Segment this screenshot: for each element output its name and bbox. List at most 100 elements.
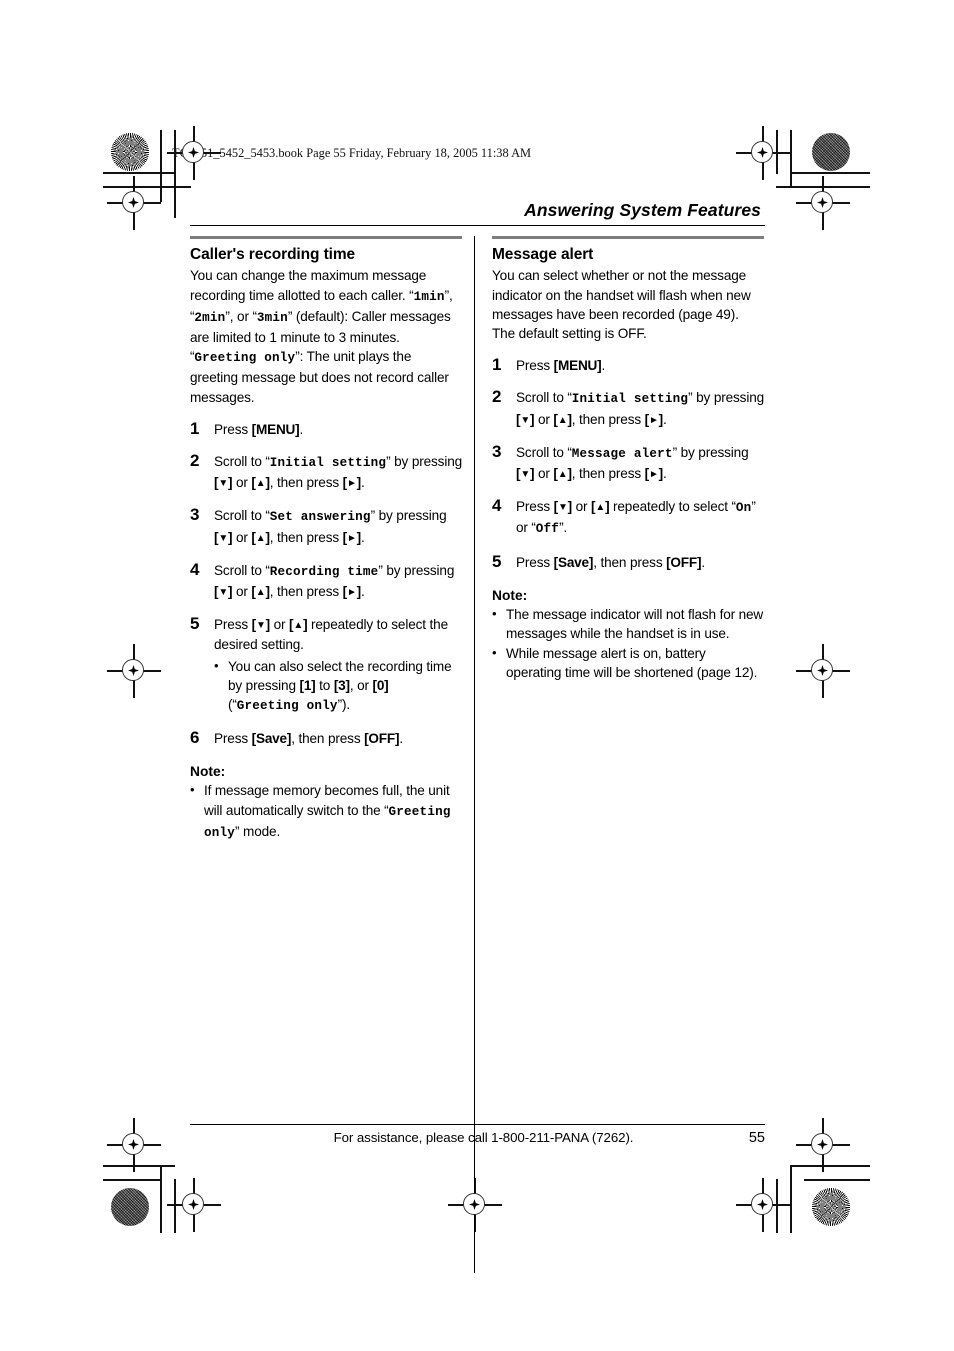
- step-text: , then press: [269, 584, 343, 600]
- column-top-rule: [492, 236, 764, 240]
- step-text: Press: [516, 358, 554, 374]
- step-text: Press: [214, 731, 252, 747]
- right-arrow-icon: ►: [648, 414, 659, 426]
- step-text: .: [662, 411, 667, 427]
- step-body: Press [Save], then press [OFF].: [214, 731, 403, 746]
- note-item: The message indicator will not flash for…: [492, 604, 764, 643]
- crop-mark-line: [804, 1179, 870, 1181]
- step-number: 2: [190, 451, 200, 471]
- code-term: Initial setting: [571, 392, 689, 407]
- key-label-3: [3]: [333, 677, 350, 693]
- down-arrow-icon: ▼: [520, 414, 531, 426]
- key-label-save: [Save]: [251, 731, 292, 747]
- step-text: ” by pressing: [672, 444, 749, 460]
- page-content: Answering System Features Caller's recor…: [190, 200, 765, 1274]
- crop-mark-line: [790, 1165, 870, 1167]
- key-label-down-arrow: [▼]: [516, 411, 535, 427]
- key-label-up-arrow: [▲]: [251, 529, 270, 545]
- key-label-up-arrow: [▲]: [591, 499, 610, 515]
- registration-target: [796, 1118, 850, 1172]
- down-arrow-icon: ▼: [557, 502, 568, 514]
- step-number: 4: [492, 496, 502, 516]
- key-label-up-arrow: [▲]: [553, 466, 572, 482]
- step-text: .: [360, 584, 365, 600]
- up-arrow-icon: ▲: [255, 587, 266, 599]
- registration-target: [736, 1178, 790, 1232]
- registration-target: [107, 644, 161, 698]
- step-text: , then press: [269, 475, 343, 491]
- step-text: The message indicator will not flash for…: [506, 606, 764, 642]
- code-term: Initial setting: [269, 456, 387, 471]
- up-arrow-icon: ▲: [255, 532, 266, 544]
- step-text: Scroll to “: [214, 562, 270, 578]
- page-number: 55: [748, 1130, 765, 1146]
- note-item: If message memory becomes full, the unit…: [190, 780, 462, 843]
- page-footer: For assistance, please call 1-800-211-PA…: [190, 1124, 765, 1146]
- step-text: Press: [516, 554, 554, 570]
- step-body: Scroll to “Message alert” by pressing [▼…: [516, 445, 749, 481]
- step-item: 5 Press [▼] or [▲] repeatedly to select t…: [190, 614, 462, 716]
- code-term: On: [735, 501, 752, 516]
- step-body: Press [MENU].: [516, 358, 605, 373]
- right-arrow-icon: ►: [346, 587, 357, 599]
- step-number: 1: [492, 355, 502, 375]
- assistance-text: For assistance, please call 1-800-211-PA…: [333, 1130, 634, 1145]
- step-text: or: [232, 584, 252, 600]
- step-text: Press: [214, 617, 252, 633]
- step-body: Press [▼] or [▲] repeatedly to select th…: [214, 617, 448, 652]
- key-label-right-arrow: [►]: [342, 584, 362, 600]
- step-text: Scroll to “: [214, 508, 270, 524]
- down-arrow-icon: ▼: [218, 587, 229, 599]
- key-label-down-arrow: [▼]: [553, 499, 573, 515]
- step-body: Press [▼] or [▲] repeatedly to select “O…: [516, 499, 756, 536]
- left-intro-paragraph-1: You can change the maximum message recor…: [190, 266, 462, 347]
- step-item: 3 Scroll to “Message alert” by pressing […: [492, 441, 764, 484]
- step-body: Scroll to “Initial setting” by pressing …: [214, 454, 462, 490]
- left-steps-list: 1 Press [MENU]. 2 Scroll to “Initial settin…: [190, 419, 462, 749]
- key-label-up-arrow: [▲]: [289, 617, 308, 633]
- section-title: Answering System Features: [524, 200, 761, 220]
- step-number: 3: [492, 441, 502, 461]
- note-item: While message alert is on, battery opera…: [492, 643, 764, 682]
- step-body: Scroll to “Set answering” by pressing [▼…: [214, 508, 447, 544]
- code-term: 2min: [194, 310, 226, 325]
- step-text: .: [601, 358, 606, 374]
- right-arrow-icon: ►: [346, 478, 357, 490]
- book-file-header: TG5451_5452_5453.book Page 55 Friday, Fe…: [172, 146, 532, 160]
- key-label-up-arrow: [▲]: [251, 475, 270, 491]
- step-text: Press: [516, 499, 554, 515]
- key-label-menu: [MENU]: [553, 358, 602, 374]
- step-text: to: [315, 677, 334, 693]
- step-text: ” by pressing: [688, 390, 765, 406]
- step-text: .: [299, 421, 304, 437]
- step-text: (“: [228, 697, 237, 713]
- key-label-off: [OFF]: [666, 554, 702, 570]
- code-term: 1min: [413, 289, 445, 304]
- code-term: Message alert: [571, 446, 673, 461]
- step-text: .: [399, 731, 403, 747]
- up-arrow-icon: ▲: [557, 469, 568, 481]
- code-term: Recording time: [269, 564, 379, 579]
- step-item: 6 Press [Save], then press [OFF].: [190, 728, 462, 748]
- registration-target: [796, 176, 850, 230]
- step-text: or: [534, 411, 554, 427]
- step-body: Scroll to “Recording time” by pressing […: [214, 563, 454, 599]
- key-label-down-arrow: [▼]: [516, 466, 535, 482]
- step-number: 4: [190, 559, 200, 579]
- footer-row: For assistance, please call 1-800-211-PA…: [190, 1125, 765, 1146]
- right-notes-list: The message indicator will not flash for…: [492, 604, 764, 683]
- step-number: 2: [492, 387, 502, 407]
- code-term: Greeting only: [194, 351, 296, 366]
- step-text: ” mode.: [235, 823, 281, 839]
- crop-mark-line: [174, 130, 176, 218]
- step-number: 5: [492, 551, 502, 571]
- crop-mark-line: [790, 1165, 792, 1233]
- down-arrow-icon: ▼: [218, 478, 229, 490]
- step-body: Press [MENU].: [214, 422, 303, 437]
- registration-target: [796, 644, 850, 698]
- intro-text: You can change the maximum message recor…: [190, 268, 427, 303]
- key-label-up-arrow: [▲]: [553, 411, 572, 427]
- step-text: .: [360, 475, 365, 491]
- crop-mark-line: [103, 1165, 175, 1167]
- right-note-label: Note:: [492, 587, 528, 603]
